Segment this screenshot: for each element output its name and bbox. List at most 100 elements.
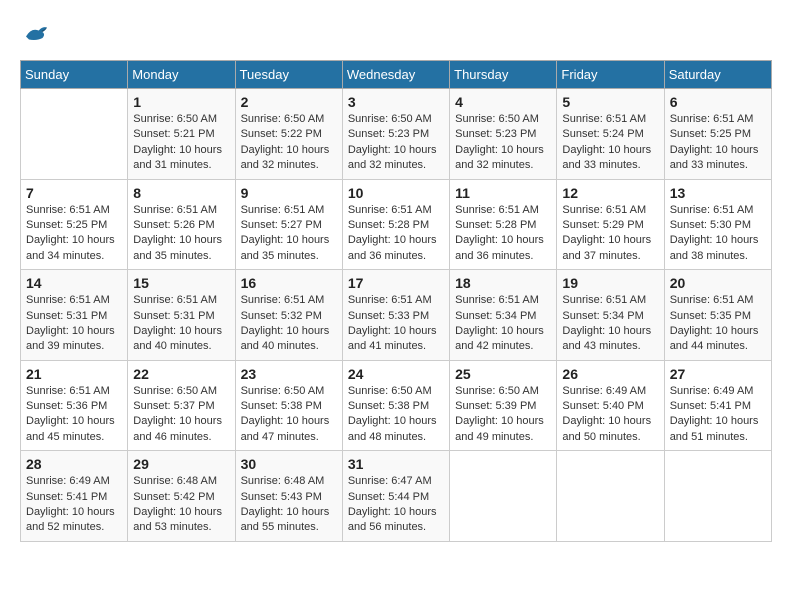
day-info: Sunrise: 6:50 AM Sunset: 5:37 PM Dayligh…	[133, 384, 229, 446]
calendar-cell: 5 Sunrise: 6:51 AM Sunset: 5:24 PM Daylig…	[557, 89, 664, 180]
column-header-wednesday: Wednesday	[342, 61, 449, 89]
day-info: Sunrise: 6:51 AM Sunset: 5:36 PM Dayligh…	[26, 384, 122, 446]
day-info: Sunrise: 6:51 AM Sunset: 5:25 PM Dayligh…	[26, 203, 122, 265]
week-row-3: 14 Sunrise: 6:51 AM Sunset: 5:31 PM Dayli…	[21, 270, 772, 361]
calendar-cell: 13 Sunrise: 6:51 AM Sunset: 5:30 PM Dayli…	[664, 179, 771, 270]
day-info: Sunrise: 6:51 AM Sunset: 5:31 PM Dayligh…	[133, 293, 229, 355]
day-info: Sunrise: 6:49 AM Sunset: 5:41 PM Dayligh…	[26, 474, 122, 536]
day-number: 28	[26, 456, 122, 472]
day-info: Sunrise: 6:51 AM Sunset: 5:32 PM Dayligh…	[241, 293, 337, 355]
calendar-cell: 14 Sunrise: 6:51 AM Sunset: 5:31 PM Dayli…	[21, 270, 128, 361]
calendar-cell: 25Sunrise: 6:50 AM Sunset: 5:39 PM Dayli…	[450, 360, 557, 451]
day-info: Sunrise: 6:50 AM Sunset: 5:22 PM Dayligh…	[241, 112, 337, 174]
day-info: Sunrise: 6:51 AM Sunset: 5:28 PM Dayligh…	[455, 203, 551, 265]
week-row-1: 1 Sunrise: 6:50 AM Sunset: 5:21 PM Daylig…	[21, 89, 772, 180]
day-info: Sunrise: 6:51 AM Sunset: 5:27 PM Dayligh…	[241, 203, 337, 265]
logo-icon	[20, 20, 50, 50]
calendar-cell: 27 Sunrise: 6:49 AM Sunset: 5:41 PM Dayli…	[664, 360, 771, 451]
calendar-cell: 3 Sunrise: 6:50 AM Sunset: 5:23 PM Daylig…	[342, 89, 449, 180]
week-row-5: 28 Sunrise: 6:49 AM Sunset: 5:41 PM Dayli…	[21, 451, 772, 542]
header-row: SundayMondayTuesdayWednesdayThursdayFrid…	[21, 61, 772, 89]
day-number: 8	[133, 185, 229, 201]
calendar-cell	[557, 451, 664, 542]
week-row-2: 7 Sunrise: 6:51 AM Sunset: 5:25 PM Daylig…	[21, 179, 772, 270]
day-number: 30	[241, 456, 337, 472]
column-header-sunday: Sunday	[21, 61, 128, 89]
column-header-friday: Friday	[557, 61, 664, 89]
day-number: 9	[241, 185, 337, 201]
day-number: 14	[26, 275, 122, 291]
day-info: Sunrise: 6:50 AM Sunset: 5:38 PM Dayligh…	[348, 384, 444, 446]
day-info: Sunrise: 6:50 AM Sunset: 5:23 PM Dayligh…	[455, 112, 551, 174]
day-number: 11	[455, 185, 551, 201]
calendar-header: SundayMondayTuesdayWednesdayThursdayFrid…	[21, 61, 772, 89]
day-info: Sunrise: 6:50 AM Sunset: 5:39 PM Dayligh…	[455, 384, 551, 446]
calendar-cell	[450, 451, 557, 542]
day-info: Sunrise: 6:49 AM Sunset: 5:40 PM Dayligh…	[562, 384, 658, 446]
calendar-cell: 21Sunrise: 6:51 AM Sunset: 5:36 PM Dayli…	[21, 360, 128, 451]
day-number: 26	[562, 366, 658, 382]
calendar-cell: 18Sunrise: 6:51 AM Sunset: 5:34 PM Dayli…	[450, 270, 557, 361]
calendar-cell: 2Sunrise: 6:50 AM Sunset: 5:22 PM Daylig…	[235, 89, 342, 180]
calendar-cell: 8 Sunrise: 6:51 AM Sunset: 5:26 PM Daylig…	[128, 179, 235, 270]
calendar-cell: 29 Sunrise: 6:48 AM Sunset: 5:42 PM Dayli…	[128, 451, 235, 542]
calendar-cell: 26 Sunrise: 6:49 AM Sunset: 5:40 PM Dayli…	[557, 360, 664, 451]
day-info: Sunrise: 6:51 AM Sunset: 5:26 PM Dayligh…	[133, 203, 229, 265]
day-number: 29	[133, 456, 229, 472]
day-number: 4	[455, 94, 551, 110]
day-number: 13	[670, 185, 766, 201]
day-number: 12	[562, 185, 658, 201]
calendar-cell: 22 Sunrise: 6:50 AM Sunset: 5:37 PM Dayli…	[128, 360, 235, 451]
day-info: Sunrise: 6:51 AM Sunset: 5:28 PM Dayligh…	[348, 203, 444, 265]
day-info: Sunrise: 6:51 AM Sunset: 5:31 PM Dayligh…	[26, 293, 122, 355]
calendar-cell: 16Sunrise: 6:51 AM Sunset: 5:32 PM Dayli…	[235, 270, 342, 361]
column-header-tuesday: Tuesday	[235, 61, 342, 89]
calendar-cell: 24 Sunrise: 6:50 AM Sunset: 5:38 PM Dayli…	[342, 360, 449, 451]
day-number: 1	[133, 94, 229, 110]
day-info: Sunrise: 6:50 AM Sunset: 5:38 PM Dayligh…	[241, 384, 337, 446]
calendar-cell: 6 Sunrise: 6:51 AM Sunset: 5:25 PM Daylig…	[664, 89, 771, 180]
day-info: Sunrise: 6:48 AM Sunset: 5:43 PM Dayligh…	[241, 474, 337, 536]
column-header-thursday: Thursday	[450, 61, 557, 89]
day-number: 15	[133, 275, 229, 291]
day-number: 6	[670, 94, 766, 110]
day-info: Sunrise: 6:51 AM Sunset: 5:34 PM Dayligh…	[562, 293, 658, 355]
day-info: Sunrise: 6:50 AM Sunset: 5:23 PM Dayligh…	[348, 112, 444, 174]
calendar-cell: 10 Sunrise: 6:51 AM Sunset: 5:28 PM Dayli…	[342, 179, 449, 270]
day-info: Sunrise: 6:49 AM Sunset: 5:41 PM Dayligh…	[670, 384, 766, 446]
calendar-cell: 20 Sunrise: 6:51 AM Sunset: 5:35 PM Dayli…	[664, 270, 771, 361]
calendar-cell: 28 Sunrise: 6:49 AM Sunset: 5:41 PM Dayli…	[21, 451, 128, 542]
day-info: Sunrise: 6:47 AM Sunset: 5:44 PM Dayligh…	[348, 474, 444, 536]
day-info: Sunrise: 6:50 AM Sunset: 5:21 PM Dayligh…	[133, 112, 229, 174]
day-number: 27	[670, 366, 766, 382]
day-info: Sunrise: 6:51 AM Sunset: 5:25 PM Dayligh…	[670, 112, 766, 174]
day-info: Sunrise: 6:51 AM Sunset: 5:24 PM Dayligh…	[562, 112, 658, 174]
day-info: Sunrise: 6:48 AM Sunset: 5:42 PM Dayligh…	[133, 474, 229, 536]
calendar-cell: 23 Sunrise: 6:50 AM Sunset: 5:38 PM Dayli…	[235, 360, 342, 451]
day-number: 3	[348, 94, 444, 110]
calendar-cell: 1 Sunrise: 6:50 AM Sunset: 5:21 PM Daylig…	[128, 89, 235, 180]
day-number: 18	[455, 275, 551, 291]
day-number: 31	[348, 456, 444, 472]
day-number: 20	[670, 275, 766, 291]
day-number: 19	[562, 275, 658, 291]
day-number: 24	[348, 366, 444, 382]
calendar-body: 1 Sunrise: 6:50 AM Sunset: 5:21 PM Daylig…	[21, 89, 772, 542]
week-row-4: 21Sunrise: 6:51 AM Sunset: 5:36 PM Dayli…	[21, 360, 772, 451]
calendar-cell: 15 Sunrise: 6:51 AM Sunset: 5:31 PM Dayli…	[128, 270, 235, 361]
calendar-cell: 31 Sunrise: 6:47 AM Sunset: 5:44 PM Dayli…	[342, 451, 449, 542]
day-number: 22	[133, 366, 229, 382]
calendar-table: SundayMondayTuesdayWednesdayThursdayFrid…	[20, 60, 772, 542]
day-number: 5	[562, 94, 658, 110]
day-info: Sunrise: 6:51 AM Sunset: 5:35 PM Dayligh…	[670, 293, 766, 355]
page-header	[20, 20, 772, 50]
calendar-cell: 19 Sunrise: 6:51 AM Sunset: 5:34 PM Dayli…	[557, 270, 664, 361]
day-info: Sunrise: 6:51 AM Sunset: 5:30 PM Dayligh…	[670, 203, 766, 265]
calendar-cell	[21, 89, 128, 180]
day-number: 7	[26, 185, 122, 201]
calendar-cell: 17Sunrise: 6:51 AM Sunset: 5:33 PM Dayli…	[342, 270, 449, 361]
calendar-cell: 4 Sunrise: 6:50 AM Sunset: 5:23 PM Daylig…	[450, 89, 557, 180]
day-number: 10	[348, 185, 444, 201]
day-number: 23	[241, 366, 337, 382]
calendar-cell: 9 Sunrise: 6:51 AM Sunset: 5:27 PM Daylig…	[235, 179, 342, 270]
